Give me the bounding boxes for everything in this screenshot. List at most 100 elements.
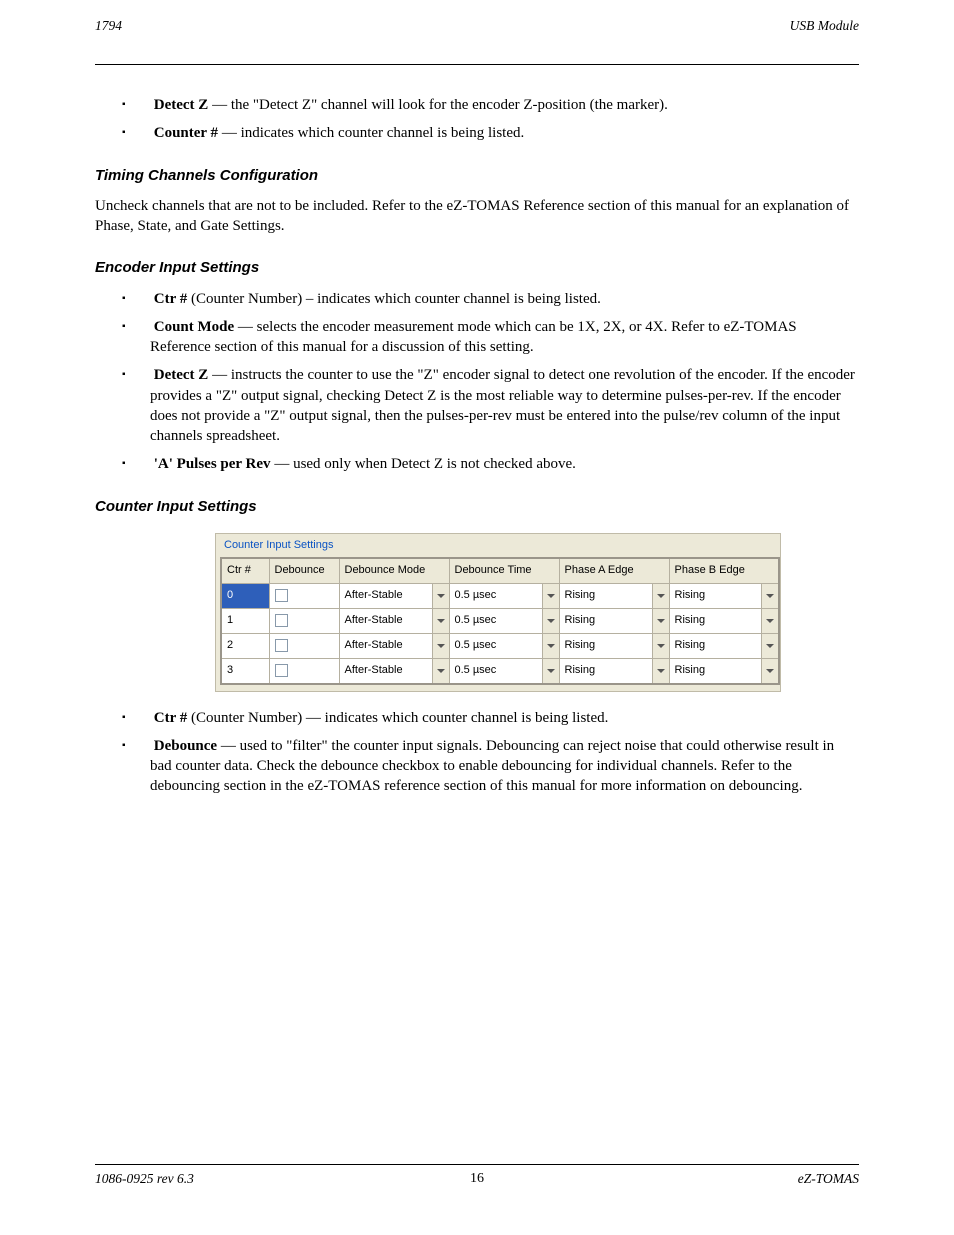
label-counter-num: Counter #	[154, 125, 218, 141]
table-row: 0 After-Stable 0.5 µsec Rising Rising	[221, 583, 779, 608]
bullet-a-pulses: 'A' Pulses per Rev — used only when Dete…	[150, 454, 859, 474]
chevron-down-icon[interactable]	[432, 609, 449, 633]
checkbox-icon[interactable]	[275, 589, 288, 602]
chevron-down-icon[interactable]	[542, 609, 559, 633]
cell-b-3[interactable]: Rising	[669, 658, 779, 684]
cell-mode-1[interactable]: After-Stable	[339, 608, 449, 633]
cell-mode-3[interactable]: After-Stable	[339, 658, 449, 684]
cell-b-1[interactable]: Rising	[669, 608, 779, 633]
cell-debounce-3[interactable]	[269, 658, 339, 684]
cell-ctr-3[interactable]: 3	[221, 658, 269, 684]
label-count-mode: Count Mode	[154, 319, 234, 335]
chevron-down-icon[interactable]	[542, 659, 559, 683]
cell-a-2[interactable]: Rising	[559, 633, 669, 658]
th-phase-a: Phase A Edge	[559, 558, 669, 584]
cell-time-2[interactable]: 0.5 µsec	[449, 633, 559, 658]
cell-time-0-text: 0.5 µsec	[455, 589, 497, 601]
cell-b-2[interactable]: Rising	[669, 633, 779, 658]
cell-ctr-2[interactable]: 2	[221, 633, 269, 658]
label-detect-z-2: Detect Z	[154, 367, 209, 383]
cell-b-0-text: Rising	[675, 589, 706, 601]
text-counter-num: — indicates which counter channel is bei…	[218, 125, 524, 141]
heading-timing-channels: Timing Channels Configuration	[95, 166, 859, 186]
cell-time-3-text: 0.5 µsec	[455, 664, 497, 676]
cell-a-0[interactable]: Rising	[559, 583, 669, 608]
cell-mode-0-text: After-Stable	[345, 589, 403, 601]
paragraph-timing: Uncheck channels that are not to be incl…	[95, 196, 859, 237]
chevron-down-icon[interactable]	[652, 634, 669, 658]
th-debounce: Debounce	[269, 558, 339, 584]
bullet-detect-z: Detect Z — the "Detect Z" channel will l…	[150, 95, 859, 115]
chevron-down-icon[interactable]	[432, 584, 449, 608]
text-debounce: — used to "filter" the counter input sig…	[150, 738, 834, 795]
label-ctr-num-2: Ctr #	[154, 710, 187, 726]
bullet-ctr-num-2: Ctr # (Counter Number) — indicates which…	[150, 708, 859, 728]
cell-mode-0[interactable]: After-Stable	[339, 583, 449, 608]
cell-debounce-0[interactable]	[269, 583, 339, 608]
th-debounce-mode: Debounce Mode	[339, 558, 449, 584]
chevron-down-icon[interactable]	[652, 659, 669, 683]
cell-time-2-text: 0.5 µsec	[455, 639, 497, 651]
th-ctr: Ctr #	[221, 558, 269, 584]
checkbox-icon[interactable]	[275, 614, 288, 627]
counter-settings-table: Ctr # Debounce Debounce Mode Debounce Ti…	[220, 557, 780, 685]
cell-time-0[interactable]: 0.5 µsec	[449, 583, 559, 608]
cell-b-0[interactable]: Rising	[669, 583, 779, 608]
bullet-list-2: Ctr # (Counter Number) – indicates which…	[95, 289, 859, 475]
header-left: 1794	[95, 18, 122, 34]
cell-b-2-text: Rising	[675, 639, 706, 651]
chevron-down-icon[interactable]	[432, 634, 449, 658]
chevron-down-icon[interactable]	[761, 634, 778, 658]
checkbox-icon[interactable]	[275, 664, 288, 677]
label-debounce: Debounce	[154, 738, 217, 754]
chevron-down-icon[interactable]	[652, 584, 669, 608]
page-header: 1794 USB Module	[95, 18, 859, 34]
table-row: 1 After-Stable 0.5 µsec Rising Rising	[221, 608, 779, 633]
cell-a-2-text: Rising	[565, 639, 596, 651]
panel-title: Counter Input Settings	[220, 536, 776, 557]
text-ctr-num: (Counter Number) – indicates which count…	[187, 291, 601, 307]
chevron-down-icon[interactable]	[761, 584, 778, 608]
bullet-list-3: Ctr # (Counter Number) — indicates which…	[95, 708, 859, 797]
cell-b-3-text: Rising	[675, 664, 706, 676]
text-detect-z: — the "Detect Z" channel will look for t…	[208, 97, 668, 113]
bullet-ctr-num: Ctr # (Counter Number) – indicates which…	[150, 289, 859, 309]
counter-input-settings-panel: Counter Input Settings Ctr # Debounce De…	[215, 533, 781, 692]
text-ctr-num-2: (Counter Number) — indicates which count…	[187, 710, 608, 726]
th-phase-b: Phase B Edge	[669, 558, 779, 584]
cell-mode-2[interactable]: After-Stable	[339, 633, 449, 658]
table-row: 3 After-Stable 0.5 µsec Rising Rising	[221, 658, 779, 684]
cell-time-1[interactable]: 0.5 µsec	[449, 608, 559, 633]
cell-time-1-text: 0.5 µsec	[455, 614, 497, 626]
checkbox-icon[interactable]	[275, 639, 288, 652]
heading-counter-input: Counter Input Settings	[95, 497, 859, 517]
table-header-row: Ctr # Debounce Debounce Mode Debounce Ti…	[221, 558, 779, 584]
chevron-down-icon[interactable]	[652, 609, 669, 633]
cell-ctr-0[interactable]: 0	[221, 583, 269, 608]
text-a-pulses: — used only when Detect Z is not checked…	[271, 456, 576, 472]
footer-rule	[95, 1164, 859, 1165]
text-count-mode: — selects the encoder measurement mode w…	[150, 319, 797, 355]
cell-debounce-2[interactable]	[269, 633, 339, 658]
cell-a-1-text: Rising	[565, 614, 596, 626]
label-detect-z: Detect Z	[154, 97, 209, 113]
chevron-down-icon[interactable]	[542, 634, 559, 658]
chevron-down-icon[interactable]	[761, 659, 778, 683]
cell-a-3[interactable]: Rising	[559, 658, 669, 684]
cell-mode-1-text: After-Stable	[345, 614, 403, 626]
heading-encoder-input: Encoder Input Settings	[95, 258, 859, 278]
cell-time-3[interactable]: 0.5 µsec	[449, 658, 559, 684]
bullet-detect-z-2: Detect Z — instructs the counter to use …	[150, 365, 859, 446]
chevron-down-icon[interactable]	[542, 584, 559, 608]
bullet-list-1: Detect Z — the "Detect Z" channel will l…	[95, 95, 859, 144]
header-right: USB Module	[790, 18, 859, 34]
text-detect-z-2: — instructs the counter to use the "Z" e…	[150, 367, 855, 444]
cell-ctr-1[interactable]: 1	[221, 608, 269, 633]
chevron-down-icon[interactable]	[761, 609, 778, 633]
bullet-counter-num: Counter # — indicates which counter chan…	[150, 123, 859, 143]
page: 1794 USB Module Detect Z — the "Detect Z…	[0, 0, 954, 1235]
cell-mode-3-text: After-Stable	[345, 664, 403, 676]
cell-a-1[interactable]: Rising	[559, 608, 669, 633]
cell-debounce-1[interactable]	[269, 608, 339, 633]
chevron-down-icon[interactable]	[432, 659, 449, 683]
